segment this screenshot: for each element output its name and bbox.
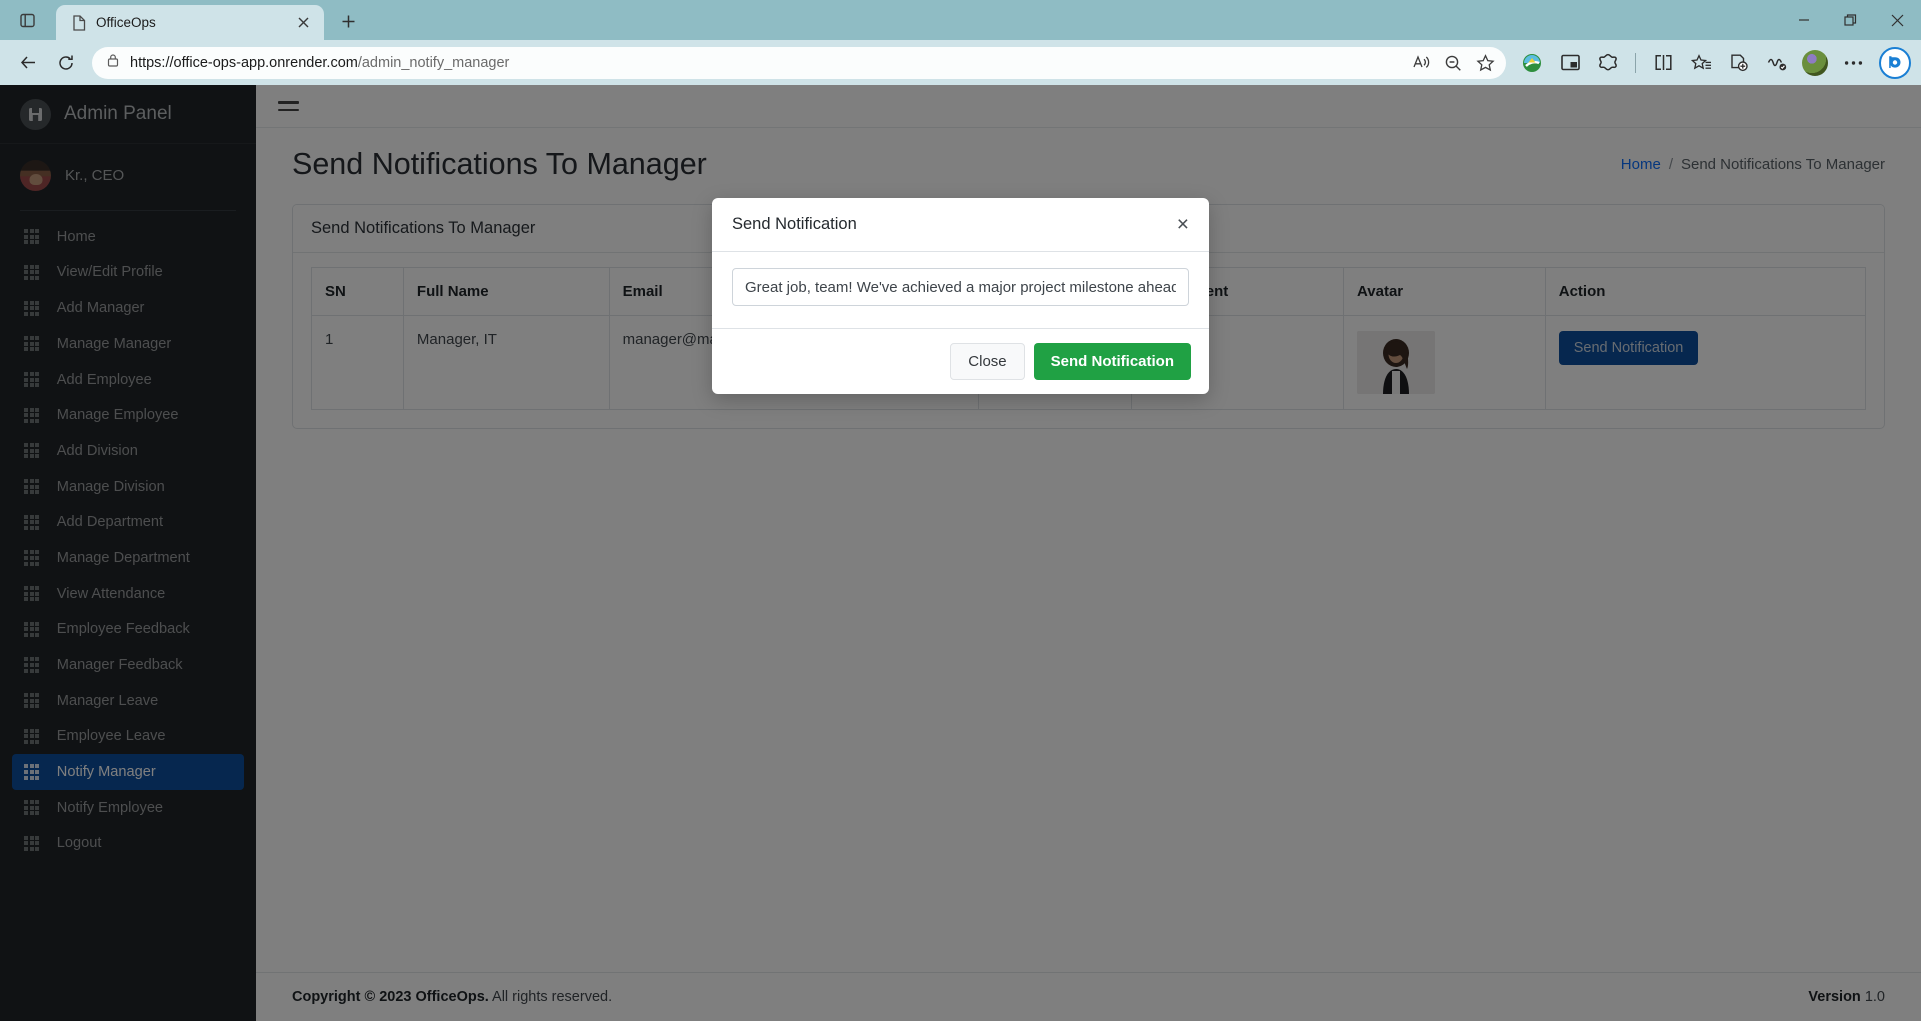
url-host: https://office-ops-app.onrender.com [130,54,358,71]
browser-toolbar: https://office-ops-app.onrender.com/admi… [0,40,1921,85]
close-button[interactable]: Close [950,343,1025,380]
toolbar-divider [1635,52,1636,73]
idm-download-icon[interactable] [1514,47,1550,79]
performance-icon[interactable] [1759,47,1795,79]
omnibox-actions [1406,49,1500,77]
browser-tab[interactable]: OfficeOps [56,5,324,40]
plus-icon[interactable] [332,5,364,37]
browser-window: OfficeOps https://office-ops-app.onrende… [0,0,1921,1021]
reload-icon[interactable] [48,47,84,79]
window-close-icon[interactable] [1874,0,1921,40]
copilot-icon[interactable] [1879,46,1911,79]
close-icon[interactable] [292,12,314,34]
window-controls [1780,0,1921,40]
modal-title: Send Notification [732,215,857,233]
url-path: /admin_notify_manager [357,54,510,71]
lock-icon [106,53,120,73]
profile-avatar-icon[interactable] [1802,49,1828,76]
tab-strip: OfficeOps [0,0,1921,40]
tab-list-icon[interactable] [8,3,46,37]
modal-header: Send Notification × [712,198,1209,252]
minimize-icon[interactable] [1780,0,1827,40]
close-icon[interactable]: × [1177,214,1189,235]
zoom-out-icon[interactable] [1438,49,1468,77]
modal-footer: Close Send Notification [712,329,1209,394]
send-notification-button[interactable]: Send Notification [1033,343,1191,380]
split-screen-icon[interactable] [1645,47,1681,79]
favorites-icon[interactable] [1683,47,1719,79]
picture-in-picture-icon[interactable] [1552,47,1588,79]
page-viewport: Admin Panel Kr., CEO HomeView/Edit Profi… [0,85,1921,1021]
address-bar[interactable]: https://office-ops-app.onrender.com/admi… [92,46,1506,79]
modal-body [712,252,1209,329]
send-notification-modal: Send Notification × Close Send Notificat… [712,198,1209,394]
notification-message-input[interactable] [732,268,1189,306]
browser-essentials-icon[interactable] [1590,47,1626,79]
restore-icon[interactable] [1827,0,1874,40]
collections-icon[interactable] [1721,47,1757,79]
star-icon[interactable] [1470,49,1500,77]
read-aloud-icon[interactable] [1406,49,1436,77]
url-text: https://office-ops-app.onrender.com/admi… [130,55,1396,71]
page-icon [70,14,87,31]
more-options-icon[interactable] [1835,47,1871,79]
back-arrow-icon[interactable] [10,47,46,79]
tab-title: OfficeOps [96,15,156,30]
